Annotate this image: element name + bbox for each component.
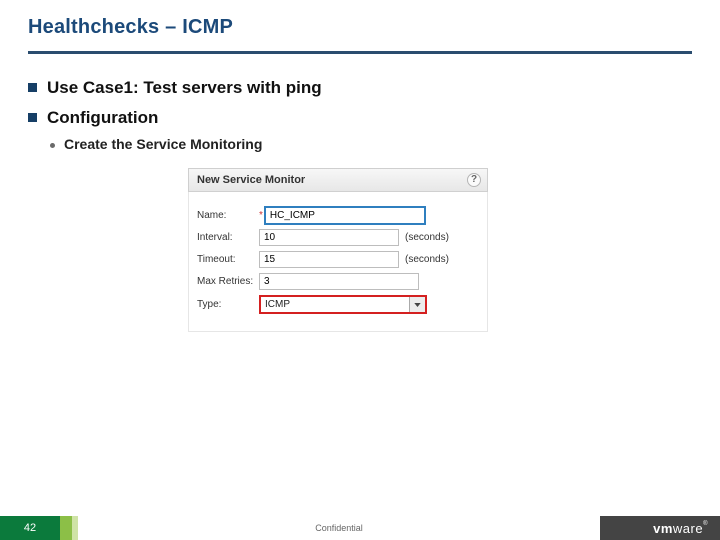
slide-content: Use Case1: Test servers with ping Config… xyxy=(0,54,720,332)
dialog-new-service-monitor: New Service Monitor ? Name: * Interval: … xyxy=(188,168,488,332)
vmware-logo: vmware® xyxy=(600,516,720,540)
vmware-logo-text: vmware® xyxy=(653,521,708,536)
bullet-usecase: Use Case1: Test servers with ping xyxy=(28,78,692,98)
slide: Healthchecks – ICMP Use Case1: Test serv… xyxy=(0,0,720,540)
help-icon[interactable]: ? xyxy=(467,173,481,187)
bullet-config: Configuration xyxy=(28,108,692,128)
subbullet-create: Create the Service Monitoring xyxy=(50,136,692,152)
dialog-body: Name: * Interval: (seconds) Timeout: (se… xyxy=(188,192,488,332)
row-interval: Interval: (seconds) xyxy=(197,229,479,246)
timeout-unit: (seconds) xyxy=(405,254,449,265)
footer-accent xyxy=(60,516,72,540)
dialog-title: New Service Monitor xyxy=(197,174,305,186)
label-timeout: Timeout: xyxy=(197,254,259,265)
retries-input[interactable] xyxy=(259,273,419,290)
label-name: Name: xyxy=(197,210,259,221)
dot-bullet-icon xyxy=(50,143,55,148)
slide-footer: 42 Confidential vmware® xyxy=(0,516,720,540)
page-number: 42 xyxy=(0,516,60,540)
slide-title: Healthchecks – ICMP xyxy=(28,16,692,39)
confidential-label: Confidential xyxy=(315,523,363,533)
label-interval: Interval: xyxy=(197,232,259,243)
label-retries: Max Retries: xyxy=(197,276,259,287)
bullet-config-text: Configuration xyxy=(47,108,158,128)
chevron-down-icon xyxy=(409,297,425,312)
type-select-value: ICMP xyxy=(261,299,294,310)
row-name: Name: * xyxy=(197,207,479,224)
interval-input[interactable] xyxy=(259,229,399,246)
square-bullet-icon xyxy=(28,113,37,122)
label-type: Type: xyxy=(197,299,259,310)
type-select-wrap: ICMP xyxy=(259,295,427,314)
row-type: Type: ICMP xyxy=(197,295,479,314)
dialog-titlebar: New Service Monitor ? xyxy=(188,168,488,192)
registered-icon: ® xyxy=(703,521,708,527)
row-timeout: Timeout: (seconds) xyxy=(197,251,479,268)
bullet-usecase-text: Use Case1: Test servers with ping xyxy=(47,78,322,98)
footer-spacer: Confidential xyxy=(78,516,600,540)
type-select[interactable]: ICMP xyxy=(259,295,427,314)
subbullet-create-text: Create the Service Monitoring xyxy=(64,136,262,152)
timeout-input[interactable] xyxy=(259,251,399,268)
square-bullet-icon xyxy=(28,83,37,92)
required-asterisk-icon: * xyxy=(259,210,263,221)
interval-unit: (seconds) xyxy=(405,232,449,243)
name-input[interactable] xyxy=(265,207,425,224)
slide-header: Healthchecks – ICMP xyxy=(0,0,720,45)
row-retries: Max Retries: xyxy=(197,273,479,290)
